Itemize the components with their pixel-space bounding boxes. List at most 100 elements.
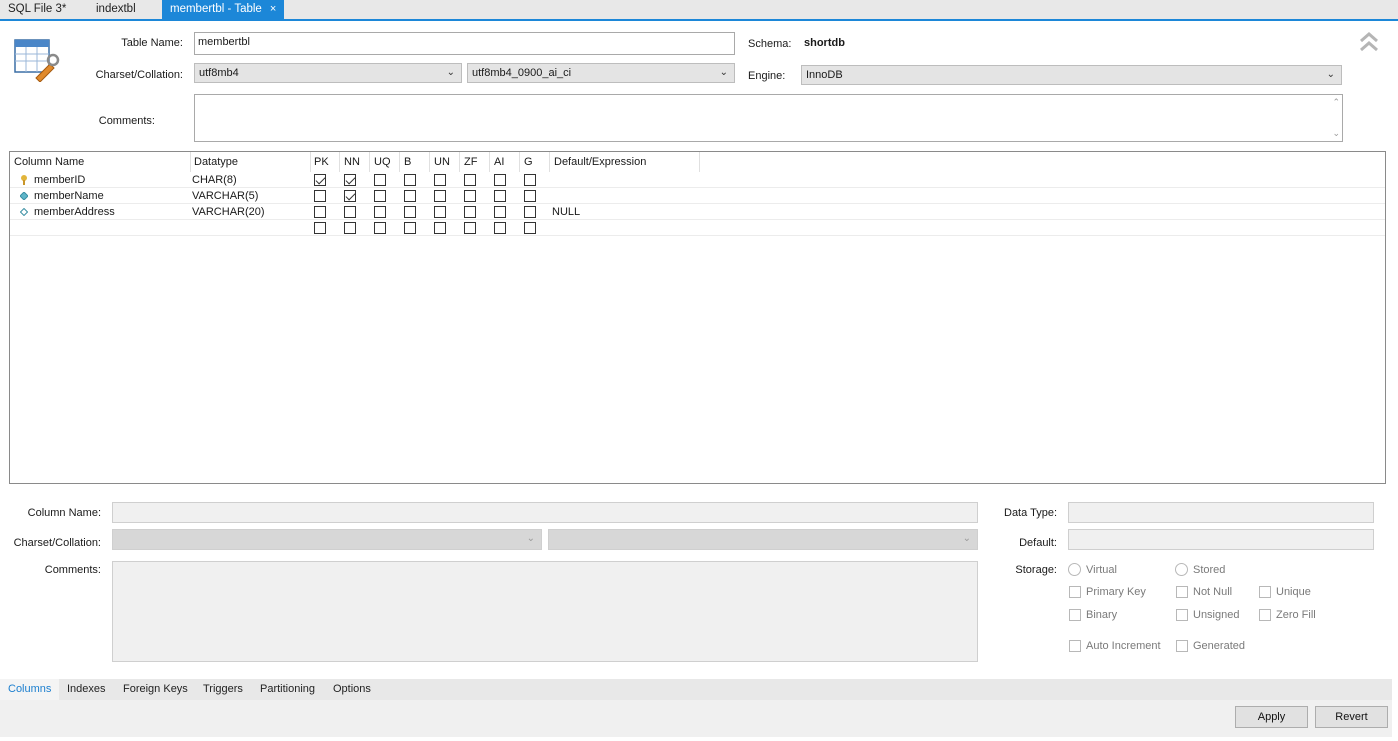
ai-checkbox[interactable] xyxy=(494,222,506,234)
datatype-cell[interactable]: VARCHAR(20) xyxy=(192,204,265,220)
g-checkbox[interactable] xyxy=(524,222,536,234)
tab-options[interactable]: Options xyxy=(333,679,371,700)
nn-checkbox[interactable] xyxy=(344,206,356,218)
scroll-down-icon[interactable]: ⌄ xyxy=(1332,128,1340,139)
revert-button[interactable]: Revert xyxy=(1315,706,1388,728)
table-row[interactable]: memberAddress VARCHAR(20) NULL xyxy=(10,204,1385,220)
chevron-down-icon: ⌄ xyxy=(446,67,455,78)
not-null-checkbox[interactable] xyxy=(1176,586,1188,598)
uq-checkbox[interactable] xyxy=(374,222,386,234)
uq-checkbox[interactable] xyxy=(374,206,386,218)
column-name-cell[interactable]: memberID xyxy=(34,172,85,188)
zf-checkbox[interactable] xyxy=(464,222,476,234)
header-ai[interactable]: AI xyxy=(490,152,520,172)
column-name-cell[interactable]: memberName xyxy=(34,188,104,204)
un-checkbox[interactable] xyxy=(434,190,446,202)
g-checkbox[interactable] xyxy=(524,190,536,202)
charset-select[interactable]: utf8mb4 ⌄ xyxy=(194,63,462,83)
default-cell[interactable]: NULL xyxy=(552,204,580,220)
header-b[interactable]: B xyxy=(400,152,430,172)
table-name-input[interactable]: membertbl xyxy=(194,32,735,55)
nn-checkbox[interactable] xyxy=(344,190,356,202)
collation-select[interactable]: utf8mb4_0900_ai_ci ⌄ xyxy=(467,63,735,83)
close-icon[interactable]: × xyxy=(270,3,276,15)
header-default-expression[interactable]: Default/Expression xyxy=(550,152,700,172)
pk-checkbox[interactable] xyxy=(314,206,326,218)
column-comments-label: Comments: xyxy=(44,564,101,576)
b-checkbox[interactable] xyxy=(404,190,416,202)
header-datatype[interactable]: Datatype xyxy=(190,152,311,172)
zf-checkbox[interactable] xyxy=(464,174,476,186)
double-chevron-up-icon[interactable] xyxy=(1358,31,1380,53)
unsigned-checkbox[interactable] xyxy=(1176,609,1188,621)
uq-checkbox[interactable] xyxy=(374,190,386,202)
un-checkbox[interactable] xyxy=(434,174,446,186)
b-checkbox[interactable] xyxy=(404,174,416,186)
tab-membertbl-table[interactable]: membertbl - Table × xyxy=(162,0,285,21)
table-row[interactable]: memberName VARCHAR(5) xyxy=(10,188,1385,204)
datatype-cell[interactable]: VARCHAR(5) xyxy=(192,188,258,204)
column-name-input[interactable] xyxy=(112,502,978,523)
header-zf[interactable]: ZF xyxy=(460,152,490,172)
columns-grid[interactable]: Column Name Datatype PK NN UQ B UN ZF AI… xyxy=(9,151,1386,484)
engine-select[interactable]: InnoDB ⌄ xyxy=(801,65,1342,85)
nn-checkbox[interactable] xyxy=(344,174,356,186)
generated-checkbox[interactable] xyxy=(1176,640,1188,652)
ai-checkbox[interactable] xyxy=(494,174,506,186)
column-name-cell[interactable]: memberAddress xyxy=(34,204,115,220)
unique-checkbox[interactable] xyxy=(1259,586,1271,598)
zf-checkbox[interactable] xyxy=(464,206,476,218)
stored-radio[interactable] xyxy=(1175,563,1188,576)
stored-label: Stored xyxy=(1193,564,1226,576)
table-row[interactable] xyxy=(10,220,1385,236)
b-checkbox[interactable] xyxy=(404,222,416,234)
zero-fill-checkbox[interactable] xyxy=(1259,609,1271,621)
tab-sql-file-3[interactable]: SQL File 3* xyxy=(0,0,74,19)
column-charset-label: Charset/Collation: xyxy=(13,537,101,549)
header-un[interactable]: UN xyxy=(430,152,460,172)
g-checkbox[interactable] xyxy=(524,206,536,218)
column-collation-select[interactable]: ⌄ xyxy=(548,529,978,550)
ai-checkbox[interactable] xyxy=(494,190,506,202)
column-comments-textarea[interactable] xyxy=(112,561,978,662)
datatype-cell[interactable]: CHAR(8) xyxy=(192,172,237,188)
zf-checkbox[interactable] xyxy=(464,190,476,202)
table-row[interactable]: memberID CHAR(8) xyxy=(10,172,1385,188)
b-checkbox[interactable] xyxy=(404,206,416,218)
uq-checkbox[interactable] xyxy=(374,174,386,186)
apply-button[interactable]: Apply xyxy=(1235,706,1308,728)
tab-indexes[interactable]: Indexes xyxy=(67,679,106,700)
binary-checkbox[interactable] xyxy=(1069,609,1081,621)
data-type-label: Data Type: xyxy=(1004,507,1057,519)
pk-checkbox[interactable] xyxy=(314,190,326,202)
tab-triggers[interactable]: Triggers xyxy=(203,679,243,700)
data-type-input[interactable] xyxy=(1068,502,1374,523)
un-checkbox[interactable] xyxy=(434,222,446,234)
header-uq[interactable]: UQ xyxy=(370,152,400,172)
default-label: Default: xyxy=(1019,537,1057,549)
tab-label: indextbl xyxy=(96,3,136,15)
header-column-name[interactable]: Column Name xyxy=(10,152,191,172)
table-comments-textarea[interactable]: ⌃ ⌄ xyxy=(194,94,1343,142)
tab-columns[interactable]: Columns xyxy=(0,679,60,700)
un-checkbox[interactable] xyxy=(434,206,446,218)
pk-checkbox[interactable] xyxy=(314,174,326,186)
g-checkbox[interactable] xyxy=(524,174,536,186)
scroll-up-icon[interactable]: ⌃ xyxy=(1332,97,1340,108)
header-nn[interactable]: NN xyxy=(340,152,370,172)
default-input[interactable] xyxy=(1068,529,1374,550)
tab-partitioning[interactable]: Partitioning xyxy=(260,679,315,700)
tab-indextbl[interactable]: indextbl xyxy=(88,0,144,19)
ai-checkbox[interactable] xyxy=(494,206,506,218)
pk-checkbox[interactable] xyxy=(314,222,326,234)
virtual-radio[interactable] xyxy=(1068,563,1081,576)
header-g[interactable]: G xyxy=(520,152,550,172)
header-pk[interactable]: PK xyxy=(310,152,340,172)
table-editor-icon xyxy=(14,39,60,82)
primary-key-checkbox[interactable] xyxy=(1069,586,1081,598)
tab-foreign-keys[interactable]: Foreign Keys xyxy=(123,679,188,700)
column-charset-select[interactable]: ⌄ xyxy=(112,529,542,550)
nn-checkbox[interactable] xyxy=(344,222,356,234)
unsigned-label: Unsigned xyxy=(1193,609,1240,621)
auto-increment-checkbox[interactable] xyxy=(1069,640,1081,652)
